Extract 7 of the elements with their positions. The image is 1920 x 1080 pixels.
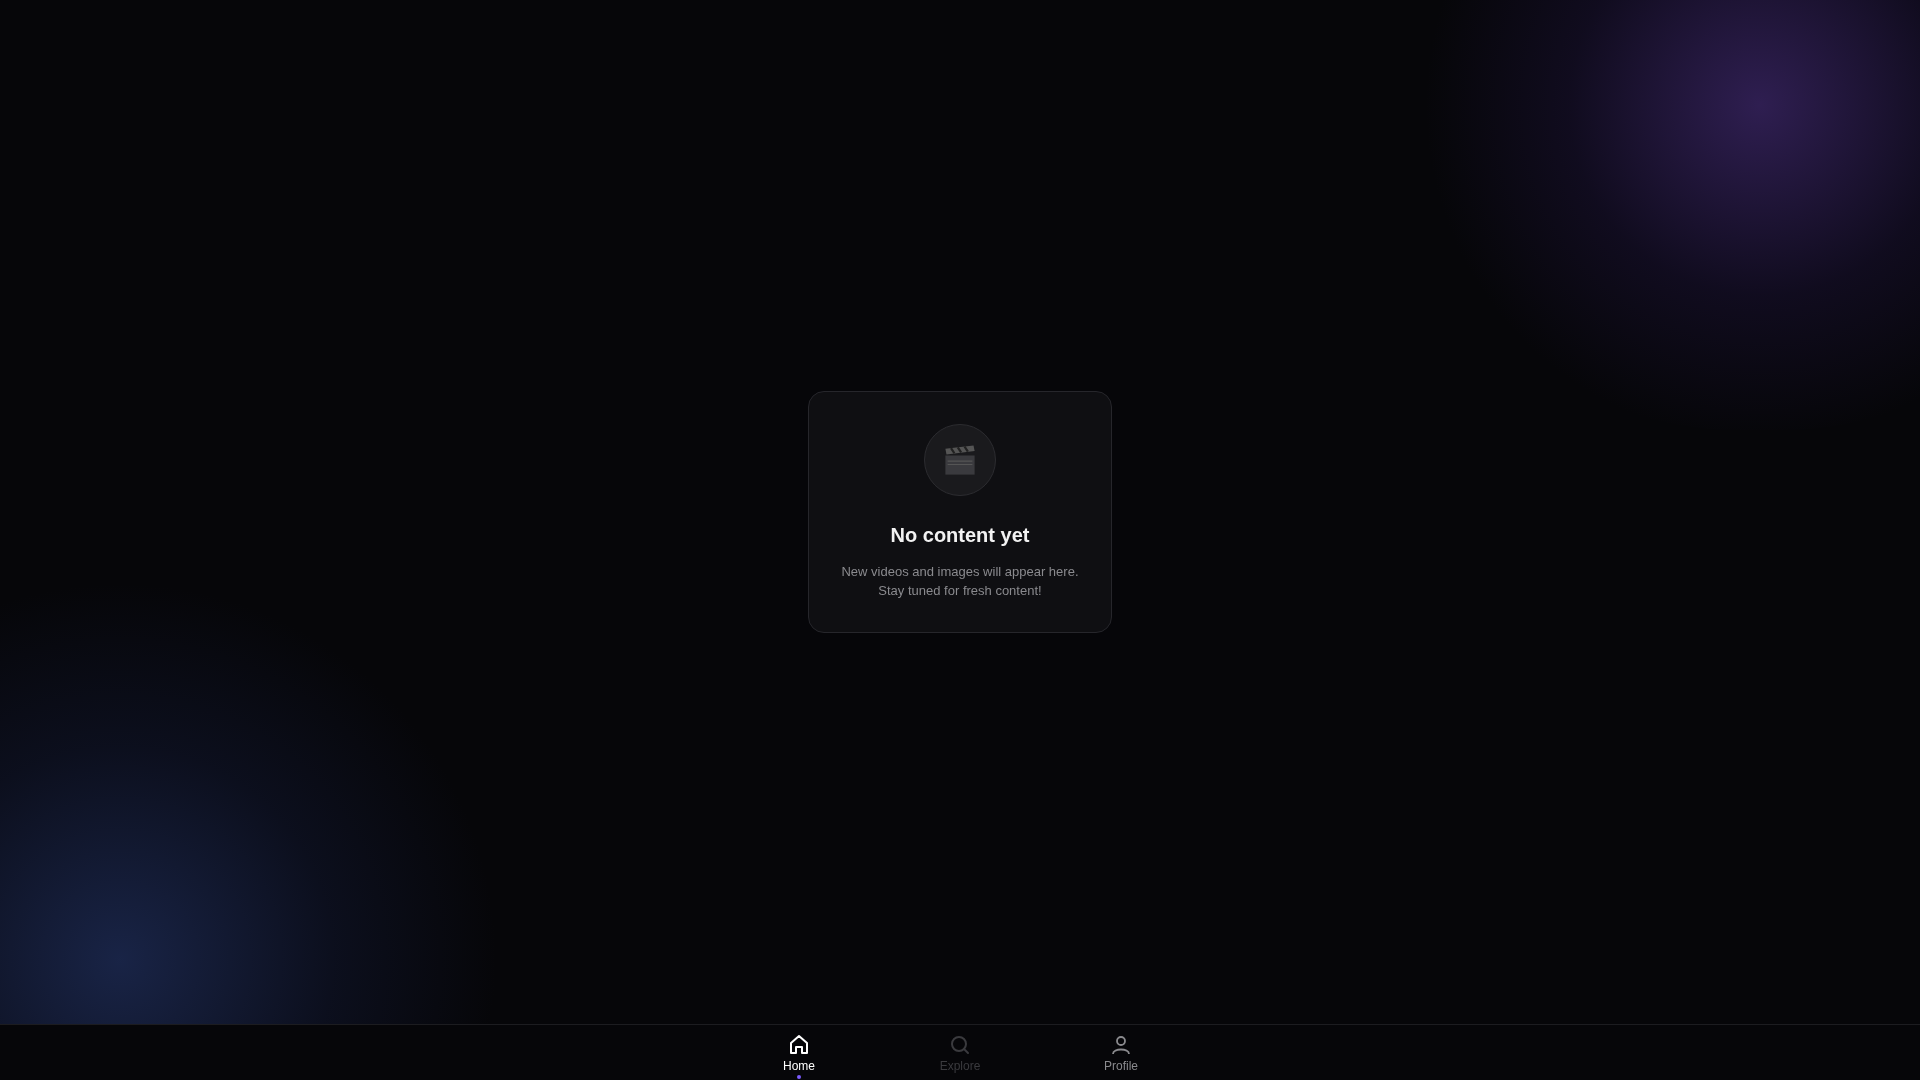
search-icon xyxy=(948,1033,972,1057)
home-icon xyxy=(787,1033,811,1057)
empty-state-message: New videos and images will appear here. Stay tuned for fresh content! xyxy=(841,563,1079,600)
nav-tab[interactable]: Profile xyxy=(1081,1025,1161,1080)
empty-state-title: No content yet xyxy=(890,523,1030,548)
nav-tab[interactable]: Home xyxy=(759,1025,839,1080)
person-icon xyxy=(1109,1033,1133,1057)
